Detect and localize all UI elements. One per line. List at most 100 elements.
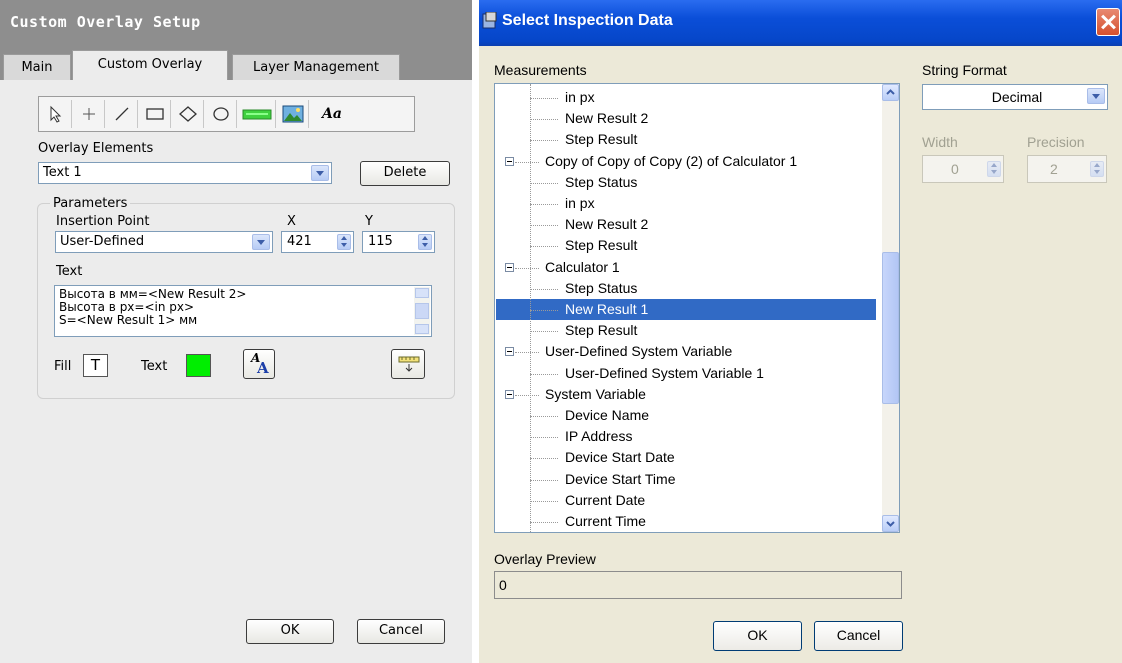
tree-group[interactable]: System Variable — [545, 384, 646, 405]
spin-arrows-icon[interactable] — [337, 234, 351, 250]
tree-item-label: Device Start Date — [565, 449, 675, 466]
string-format-combo[interactable]: Decimal — [922, 84, 1108, 110]
ruler-button[interactable] — [391, 349, 425, 379]
tree-connector — [530, 84, 531, 532]
dialog-title: Select Inspection Data — [502, 12, 673, 29]
tree-connector — [515, 161, 539, 163]
y-label: Y — [365, 214, 373, 229]
x-stepper[interactable]: 421 — [281, 231, 354, 253]
fill-label: Fill — [54, 359, 72, 374]
cancel-button[interactable]: Cancel — [357, 619, 445, 644]
tree-item[interactable]: Step Result — [565, 129, 637, 150]
tree-item[interactable]: Step Result — [565, 235, 637, 256]
scroll-thumb[interactable] — [882, 252, 899, 404]
spin-arrows-icon — [987, 161, 1001, 177]
tree-item[interactable]: Device Start Date — [565, 447, 675, 468]
width-stepper: 0 — [922, 155, 1004, 183]
tree-item-label: Device Start Time — [565, 470, 676, 487]
delete-button[interactable]: Delete — [360, 161, 450, 186]
ellipse-icon[interactable] — [206, 100, 237, 128]
tree-item[interactable]: IP Address — [565, 426, 632, 447]
tree-item[interactable]: Step Result — [565, 320, 637, 341]
tree-item[interactable]: User-Defined System Variable 1 — [565, 363, 764, 384]
tree-connector — [530, 416, 558, 417]
scroll-thumb[interactable] — [415, 303, 429, 319]
tree-item[interactable]: New Result 2 — [565, 108, 648, 129]
overlay-preview-field: 0 — [494, 571, 902, 599]
measurements-tree[interactable]: in px New Result 2 Step Result Copy of Copy… — [494, 83, 900, 533]
fill-color-button[interactable]: T — [83, 354, 108, 377]
tree-connector — [530, 522, 558, 523]
chevron-down-icon[interactable] — [311, 165, 329, 181]
line-icon[interactable] — [107, 100, 138, 128]
tab-layer-management[interactable]: Layer Management — [232, 54, 400, 80]
tree-item[interactable]: Step Status — [565, 278, 637, 299]
tab-strip: Main Custom Overlay Layer Management — [0, 46, 472, 81]
collapse-icon[interactable] — [505, 262, 514, 272]
diamond-icon[interactable] — [173, 100, 204, 128]
collapse-icon[interactable] — [505, 389, 514, 399]
overlay-text-area[interactable]: Высота в мм=<New Result 2> Высота в px=<… — [54, 285, 432, 337]
tree-item[interactable]: Device Name — [565, 405, 649, 426]
tree-item[interactable]: Device Start Time — [565, 469, 675, 490]
tree-item-label: Copy of Copy of Copy (2) of Calculator 1 — [545, 152, 798, 169]
tree-item-label: Device Name — [565, 407, 650, 423]
custom-overlay-window: Custom Overlay Setup Main Custom Overlay… — [0, 0, 472, 663]
precision-value: 2 — [1050, 161, 1058, 177]
tree-item-label: Step Result — [565, 131, 638, 148]
parameters-label: Parameters — [50, 196, 131, 211]
text-scrollbar[interactable] — [414, 287, 430, 335]
tree-connector — [530, 437, 558, 439]
y-stepper[interactable]: 115 — [362, 231, 435, 253]
tree-item[interactable]: New Result 2 — [565, 214, 648, 235]
tab-custom-overlay[interactable]: Custom Overlay — [72, 50, 228, 81]
pointer-icon[interactable] — [41, 100, 72, 128]
close-icon[interactable] — [1096, 8, 1120, 36]
tree-group[interactable]: Calculator 1 — [545, 257, 620, 278]
collapse-icon[interactable] — [505, 347, 514, 357]
chevron-down-icon[interactable] — [1087, 88, 1105, 104]
scroll-up-icon[interactable] — [415, 288, 429, 298]
dialog-ok-button[interactable]: OK — [713, 621, 802, 651]
tree-group[interactable]: User-Defined System Variable — [545, 341, 732, 362]
text-line: S=<New Result 1> мм — [59, 313, 198, 327]
spin-arrows-icon[interactable] — [418, 234, 432, 250]
tree-group[interactable]: Copy of Copy of Copy (2) of Calculator 1 — [545, 151, 797, 172]
tree-connector — [530, 331, 558, 333]
overlay-elements-combo[interactable]: Text 1 — [38, 162, 332, 184]
tree-item-label: IP Address — [565, 428, 633, 445]
font-icon-large: A — [257, 359, 269, 377]
rectangle-icon[interactable] — [140, 100, 171, 128]
tree-connector — [530, 98, 558, 99]
chevron-down-icon[interactable] — [252, 234, 270, 250]
string-format-label: String Format — [922, 62, 1007, 78]
image-icon[interactable] — [278, 100, 309, 128]
tree-connector — [530, 204, 558, 205]
tree-scrollbar[interactable] — [882, 84, 899, 532]
drawing-toolbar: Aa — [38, 96, 415, 132]
tree-item[interactable]: in px — [565, 87, 595, 108]
scroll-up-icon[interactable] — [882, 84, 899, 101]
tree-item-label: New Result 1 — [565, 301, 649, 317]
bar-icon[interactable] — [239, 100, 276, 128]
tree-connector — [530, 479, 558, 481]
scroll-down-icon[interactable] — [415, 324, 429, 334]
font-button[interactable]: A A — [243, 349, 275, 379]
text-tool-icon[interactable]: Aa — [313, 100, 351, 128]
tree-item[interactable]: Current Date — [565, 490, 645, 511]
tree-item[interactable]: Step Status — [565, 172, 637, 193]
tree-item-label: in px — [565, 89, 595, 105]
tree-item-label: New Result 2 — [565, 110, 649, 127]
tab-main[interactable]: Main — [3, 54, 71, 80]
tree-item[interactable]: Current Time — [565, 511, 646, 532]
scroll-down-icon[interactable] — [882, 515, 899, 532]
tree-connector — [530, 310, 558, 311]
insertion-point-combo[interactable]: User-Defined — [55, 231, 273, 253]
collapse-icon[interactable] — [505, 156, 514, 166]
tree-item[interactable]: in px — [565, 193, 595, 214]
tree-connector — [530, 373, 558, 375]
ok-button[interactable]: OK — [246, 619, 334, 644]
crosshair-icon[interactable] — [74, 100, 105, 128]
text-color-button[interactable] — [186, 354, 211, 377]
dialog-cancel-button[interactable]: Cancel — [814, 621, 903, 651]
